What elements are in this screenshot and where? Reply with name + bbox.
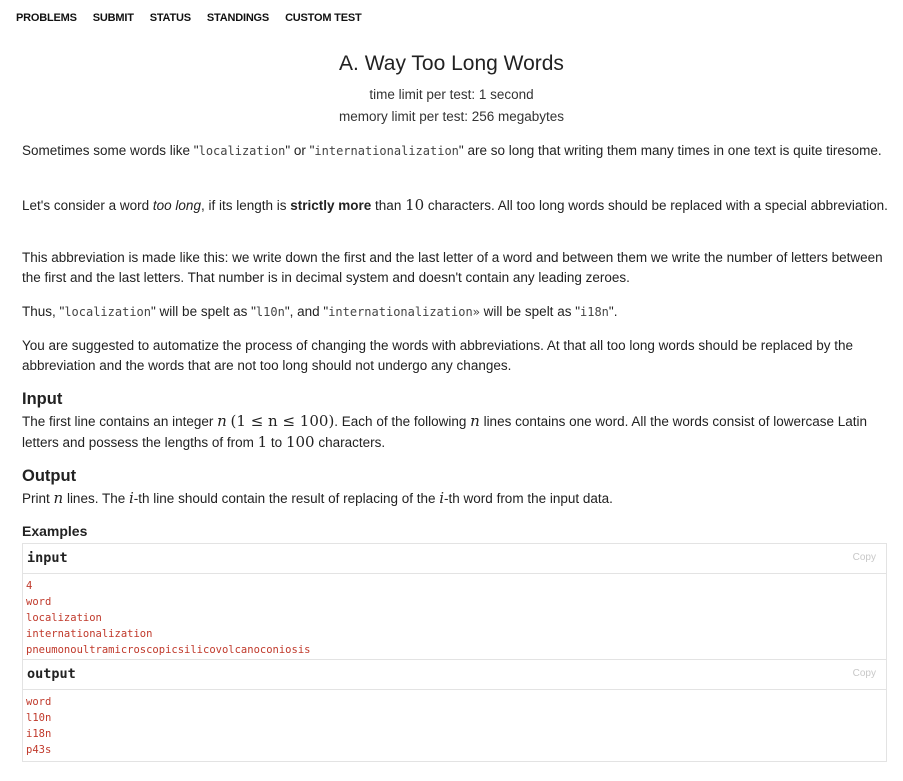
text: -th word from the input data.: [444, 491, 613, 506]
input-section-text: The first line contains an integer n (1 …: [22, 411, 888, 453]
code-internationalization: internationalization: [314, 144, 459, 158]
text: " will be spelt as ": [151, 304, 256, 319]
text: Print: [22, 491, 54, 506]
math-range: (1 ≤ n ≤ 100): [230, 412, 335, 430]
output-line: p43s: [26, 744, 52, 756]
math-number: 10: [405, 196, 425, 214]
code-l10n: l10n: [255, 305, 285, 319]
text: Sometimes some words like ": [22, 143, 199, 158]
text: than: [371, 198, 406, 213]
math-n: n: [470, 412, 480, 430]
code-localization: localization: [198, 144, 286, 158]
text: will be spelt as ": [479, 304, 580, 319]
code-internationalization: internationalization»: [328, 305, 480, 319]
copy-output-button[interactable]: Copy: [853, 668, 876, 679]
text: Thus, ": [22, 304, 65, 319]
text: characters. All too long words should be…: [424, 198, 888, 213]
nav-status[interactable]: STATUS: [150, 12, 191, 24]
nav-standings[interactable]: STANDINGS: [207, 12, 269, 24]
text: characters.: [314, 435, 386, 450]
example-input-label: input: [27, 550, 68, 566]
problem-title: A. Way Too Long Words: [339, 52, 564, 75]
text: ".: [608, 304, 618, 319]
math-n: n: [217, 412, 227, 430]
statement-paragraph-2: Let's consider a word too long, if its l…: [22, 195, 888, 216]
input-line: localization: [26, 612, 102, 624]
text: -th line should contain the result of re…: [133, 491, 440, 506]
math-n: n: [53, 489, 64, 507]
input-line: 4: [26, 580, 33, 592]
nav-submit[interactable]: SUBMIT: [93, 12, 134, 24]
input-line: word: [26, 596, 52, 608]
top-navigation: PROBLEMS SUBMIT STATUS STANDINGS CUSTOM …: [16, 12, 378, 24]
text: ", and ": [284, 304, 329, 319]
input-line: pneumonoultramicroscopicsilicovolcanocon…: [26, 644, 311, 656]
output-section-title: Output: [22, 467, 77, 485]
text: Let's consider a word: [22, 198, 153, 213]
output-line: l10n: [26, 712, 52, 724]
text: to: [267, 435, 286, 450]
example-input-lines: 4 word localization internationalization…: [23, 574, 886, 658]
math-number: 1: [257, 433, 268, 451]
strong-text: strictly more: [290, 198, 372, 213]
code-localization: localization: [64, 305, 152, 319]
copy-input-button[interactable]: Copy: [853, 552, 876, 563]
text: lines. The: [63, 491, 129, 506]
example-output-header: output Copy: [23, 660, 886, 690]
text: , if its length is: [200, 198, 291, 213]
input-line: internationalization: [26, 628, 153, 640]
examples-title: Examples: [22, 523, 88, 539]
example-output-lines: word l10n i18n p43s: [23, 690, 886, 758]
statement-paragraph-5: You are suggested to automatize the proc…: [22, 338, 854, 373]
input-section-title: Input: [22, 390, 63, 408]
statement-paragraph-1: Sometimes some words like "localization"…: [22, 141, 888, 161]
emphasis: too long: [152, 198, 201, 213]
example-output-box: output Copy word l10n i18n p43s: [22, 659, 887, 762]
statement-paragraph-4: Thus, "localization" will be spelt as "l…: [22, 302, 888, 322]
math-number: 100: [285, 433, 315, 451]
example-output-label: output: [27, 666, 76, 682]
memory-limit: memory limit per test: 256 megabytes: [338, 109, 565, 124]
text: . Each of the following: [334, 414, 471, 429]
example-input-header: input Copy: [23, 544, 886, 574]
output-section-text: Print n lines. The i-th line should cont…: [22, 488, 888, 509]
code-i18n: i18n: [580, 305, 609, 319]
output-line: i18n: [26, 728, 52, 740]
time-limit: time limit per test: 1 second: [369, 87, 534, 102]
nav-problems[interactable]: PROBLEMS: [16, 12, 77, 24]
text: " or ": [285, 143, 315, 158]
text: The first line contains an integer: [22, 414, 218, 429]
example-input-box: input Copy 4 word localization internati…: [22, 543, 887, 660]
text: " are so long that writing them many tim…: [458, 143, 882, 158]
nav-custom-test[interactable]: CUSTOM TEST: [285, 12, 362, 24]
statement-paragraph-3: This abbreviation is made like this: we …: [22, 250, 883, 285]
output-line: word: [26, 696, 52, 708]
